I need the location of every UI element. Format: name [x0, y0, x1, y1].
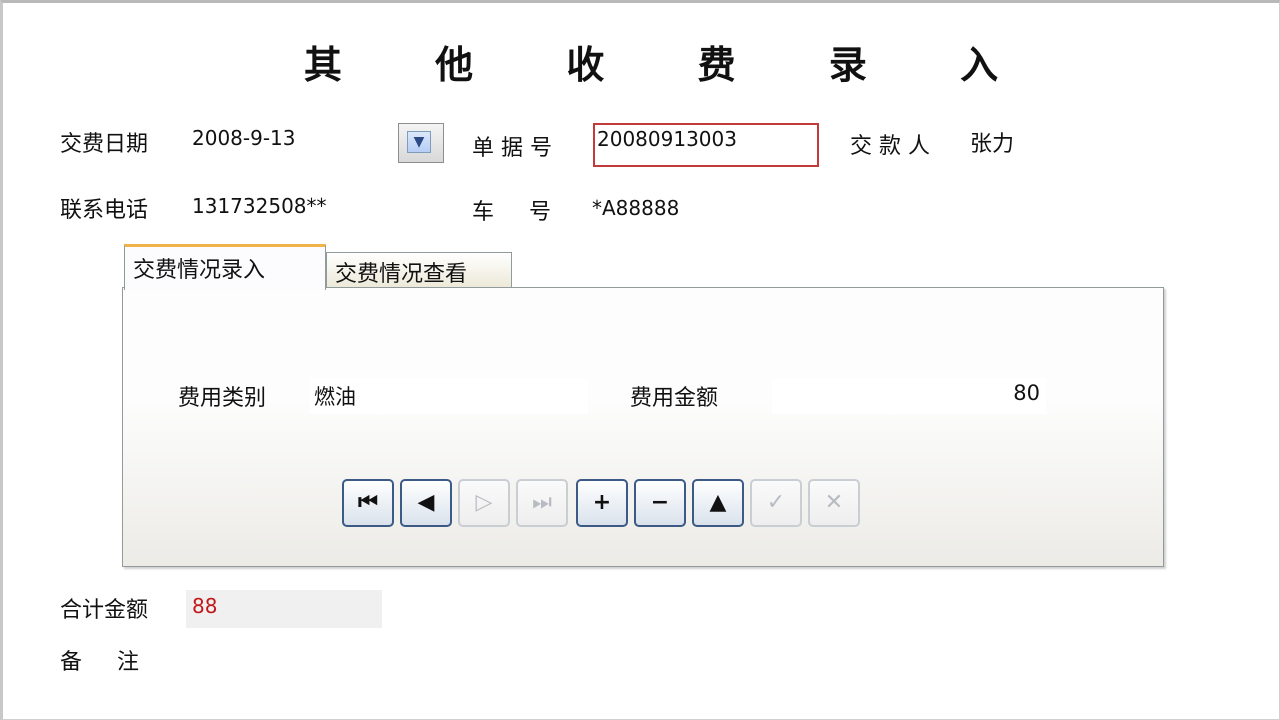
post-record-icon: ✓: [766, 490, 786, 515]
edit-record-button[interactable]: ▲: [692, 479, 744, 527]
prior-record-button[interactable]: ◀: [400, 479, 452, 527]
fee-amount-label: 费用金额: [630, 386, 719, 411]
phone-label: 联系电话: [60, 198, 149, 223]
pay-date-value[interactable]: 2008-9-13: [192, 126, 296, 150]
cancel-record-button[interactable]: ✕: [808, 479, 860, 527]
next-record-icon: ▷: [475, 490, 493, 515]
insert-record-icon: +: [592, 490, 612, 515]
page-title: 其 他 收 费 录 入: [303, 43, 1039, 87]
fee-amount-field[interactable]: 80: [772, 378, 1046, 414]
total-amount-value: 88: [186, 590, 382, 628]
phone-value[interactable]: 131732508**: [192, 194, 327, 218]
bill-no-input[interactable]: 20080913003: [593, 123, 819, 167]
delete-record-icon: −: [650, 490, 670, 515]
remark-label: 备 注: [60, 650, 139, 675]
edit-record-icon: ▲: [709, 490, 727, 515]
tab-fee-entry[interactable]: 交费情况录入: [124, 244, 326, 290]
car-no-label: 车 号: [472, 200, 551, 225]
payer-value[interactable]: 张力: [970, 126, 1014, 158]
car-no-value[interactable]: *A88888: [592, 196, 679, 220]
date-dropdown-button[interactable]: ▼: [398, 123, 444, 163]
last-record-button[interactable]: ⏭: [516, 479, 568, 527]
payer-label: 交 款 人: [850, 134, 930, 159]
delete-record-button[interactable]: −: [634, 479, 686, 527]
fee-type-field[interactable]: 燃油: [310, 378, 588, 414]
cancel-record-icon: ✕: [824, 490, 844, 515]
tab-fee-view[interactable]: 交费情况查看: [326, 252, 512, 288]
first-record-icon: ⏮: [358, 490, 378, 515]
last-record-icon: ⏭: [532, 490, 552, 515]
bill-no-label: 单 据 号: [472, 136, 552, 161]
fee-type-label: 费用类别: [178, 386, 267, 411]
total-amount-label: 合计金额: [60, 598, 149, 623]
pay-date-label: 交费日期: [60, 132, 149, 157]
first-record-button[interactable]: ⏮: [342, 479, 394, 527]
next-record-button[interactable]: ▷: [458, 479, 510, 527]
post-record-button[interactable]: ✓: [750, 479, 802, 527]
prior-record-icon: ◀: [417, 490, 435, 515]
chevron-down-icon: ▼: [407, 131, 431, 153]
insert-record-button[interactable]: +: [576, 479, 628, 527]
